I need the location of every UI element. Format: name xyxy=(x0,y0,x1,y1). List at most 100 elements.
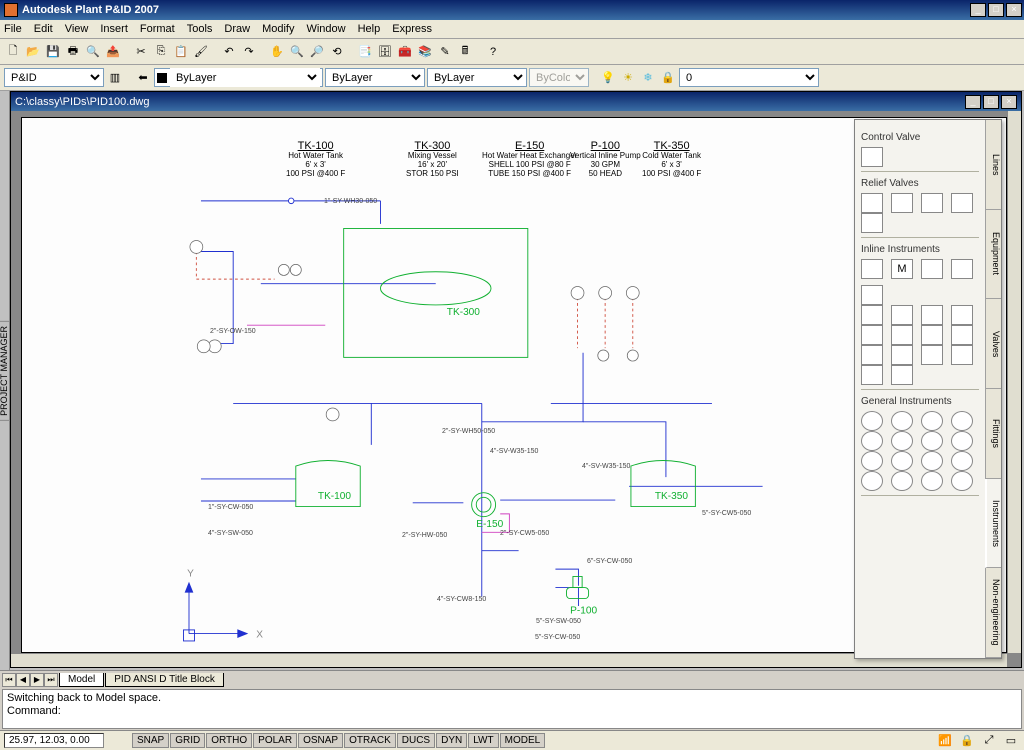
palette-tool-i16[interactable] xyxy=(921,345,943,365)
palette-tool-g16[interactable] xyxy=(951,471,973,491)
menu-help[interactable]: Help xyxy=(358,23,381,35)
palette-tool-g1[interactable] xyxy=(861,411,883,431)
palette-tool-i3[interactable] xyxy=(921,259,943,279)
palette-tool-g14[interactable] xyxy=(891,471,913,491)
status-mode-grid[interactable]: GRID xyxy=(170,733,205,748)
designcenter-icon[interactable]: 🗄 xyxy=(376,43,394,61)
palette-tool-i11[interactable] xyxy=(891,325,913,345)
redo-icon[interactable]: ↷ xyxy=(240,43,258,61)
palette-tool-i5[interactable] xyxy=(861,285,883,305)
matchprop-icon[interactable]: 🖌 xyxy=(192,43,210,61)
palette-tool-i6[interactable] xyxy=(861,305,883,325)
palette-tool-g4[interactable] xyxy=(951,411,973,431)
doc-minimize-button[interactable]: _ xyxy=(965,95,981,109)
new-icon[interactable]: 🗋 xyxy=(4,43,22,61)
layer-icon[interactable]: ▥ xyxy=(106,69,124,87)
pan-icon[interactable]: ✋ xyxy=(268,43,286,61)
status-lock-icon[interactable]: 🔒 xyxy=(958,732,976,750)
status-mode-snap[interactable]: SNAP xyxy=(132,733,169,748)
status-mode-otrack[interactable]: OTRACK xyxy=(344,733,396,748)
close-button[interactable]: × xyxy=(1006,3,1022,17)
menu-express[interactable]: Express xyxy=(392,23,432,35)
status-mode-model[interactable]: MODEL xyxy=(500,733,546,748)
palette-tool-i15[interactable] xyxy=(891,345,913,365)
palette-tool-i7[interactable] xyxy=(891,305,913,325)
palette-tool-g9[interactable] xyxy=(861,451,883,471)
calc-icon[interactable]: 🖩 xyxy=(456,43,474,61)
palette-tab-valves[interactable]: Valves xyxy=(986,299,1001,389)
palette-tool-i12[interactable] xyxy=(921,325,943,345)
zoom-rt-icon[interactable]: 🔍 xyxy=(288,43,306,61)
palette-tool-i19[interactable] xyxy=(891,365,913,385)
palette-tool-g12[interactable] xyxy=(951,451,973,471)
linetype-combo[interactable]: ByLayer xyxy=(325,68,425,87)
layerprev-icon[interactable]: ⬅ xyxy=(134,69,152,87)
status-comm-icon[interactable]: 📶 xyxy=(936,732,954,750)
palette-tool-i10[interactable] xyxy=(861,325,883,345)
maximize-button[interactable]: □ xyxy=(988,3,1004,17)
menu-view[interactable]: View xyxy=(65,23,89,35)
palette-tool-rv3[interactable] xyxy=(921,193,943,213)
v-scrollbar[interactable] xyxy=(1007,111,1021,653)
palette-tool-g7[interactable] xyxy=(921,431,943,451)
toolpalette-icon[interactable]: 🧰 xyxy=(396,43,414,61)
palette-tool-i9[interactable] xyxy=(951,305,973,325)
palette-tool-g5[interactable] xyxy=(861,431,883,451)
menu-file[interactable]: File xyxy=(4,23,22,35)
menu-draw[interactable]: Draw xyxy=(224,23,250,35)
lock-icon[interactable]: 🔒 xyxy=(659,69,677,87)
status-mode-ortho[interactable]: ORTHO xyxy=(206,733,252,748)
palette-tool-g10[interactable] xyxy=(891,451,913,471)
status-mode-osnap[interactable]: OSNAP xyxy=(298,733,343,748)
palette-tool-rv1[interactable] xyxy=(861,193,883,213)
menu-tools[interactable]: Tools xyxy=(187,23,213,35)
sun-icon[interactable]: ☀ xyxy=(619,69,637,87)
tab-next-icon[interactable]: ▶ xyxy=(30,673,44,687)
layer-combo[interactable]: P&ID xyxy=(4,68,104,87)
doc-maximize-button[interactable]: □ xyxy=(983,95,999,109)
help-icon[interactable]: ? xyxy=(484,43,502,61)
palette-tool-i1[interactable] xyxy=(861,259,883,279)
status-mode-polar[interactable]: POLAR xyxy=(253,733,297,748)
palette-tool-g2[interactable] xyxy=(891,411,913,431)
lineweight-combo[interactable]: ByLayer xyxy=(427,68,527,87)
color-combo[interactable]: ByLayer xyxy=(170,68,320,87)
palette-tool-g11[interactable] xyxy=(921,451,943,471)
save-icon[interactable]: 💾 xyxy=(44,43,62,61)
palette-tool-rv5[interactable] xyxy=(861,213,883,233)
palette-tool-i17[interactable] xyxy=(951,345,973,365)
open-icon[interactable]: 📂 xyxy=(24,43,42,61)
doc-close-button[interactable]: × xyxy=(1001,95,1017,109)
copy-icon[interactable]: ⎘ xyxy=(152,43,170,61)
menu-window[interactable]: Window xyxy=(306,23,345,35)
menu-format[interactable]: Format xyxy=(140,23,175,35)
palette-tab-lines[interactable]: Lines xyxy=(986,120,1001,210)
status-annoscale-icon[interactable]: ⤢ xyxy=(980,732,998,750)
palette-tool-g3[interactable] xyxy=(921,411,943,431)
project-manager-tab[interactable]: PROJECT MANAGER xyxy=(0,321,10,421)
menu-edit[interactable]: Edit xyxy=(34,23,53,35)
palette-tab-instruments[interactable]: Instruments xyxy=(985,479,1001,569)
freeze-icon[interactable]: ❄ xyxy=(639,69,657,87)
palette-tool-i18[interactable] xyxy=(861,365,883,385)
layer-state-combo[interactable]: 0 xyxy=(679,68,819,87)
status-mode-dyn[interactable]: DYN xyxy=(436,733,467,748)
palette-tab-equipment[interactable]: Equipment xyxy=(986,210,1001,300)
palette-tool-g15[interactable] xyxy=(921,471,943,491)
tab-last-icon[interactable]: ⏭ xyxy=(44,673,58,687)
status-clean-icon[interactable]: ▭ xyxy=(1002,732,1020,750)
cut-icon[interactable]: ✂ xyxy=(132,43,150,61)
markup-icon[interactable]: ✎ xyxy=(436,43,454,61)
menu-modify[interactable]: Modify xyxy=(262,23,294,35)
palette-tool-i2[interactable]: M xyxy=(891,259,913,279)
sheetset-icon[interactable]: 📚 xyxy=(416,43,434,61)
palette-tool-cv[interactable] xyxy=(861,147,883,167)
palette-tool-g13[interactable] xyxy=(861,471,883,491)
menu-insert[interactable]: Insert xyxy=(100,23,128,35)
status-mode-ducs[interactable]: DUCS xyxy=(397,733,435,748)
status-mode-lwt[interactable]: LWT xyxy=(468,733,498,748)
publish-icon[interactable]: 📤 xyxy=(104,43,122,61)
minimize-button[interactable]: _ xyxy=(970,3,986,17)
command-line[interactable]: Switching back to Model space. Command: xyxy=(2,689,1022,729)
tab-layout1[interactable]: PID ANSI D Title Block xyxy=(105,673,224,687)
